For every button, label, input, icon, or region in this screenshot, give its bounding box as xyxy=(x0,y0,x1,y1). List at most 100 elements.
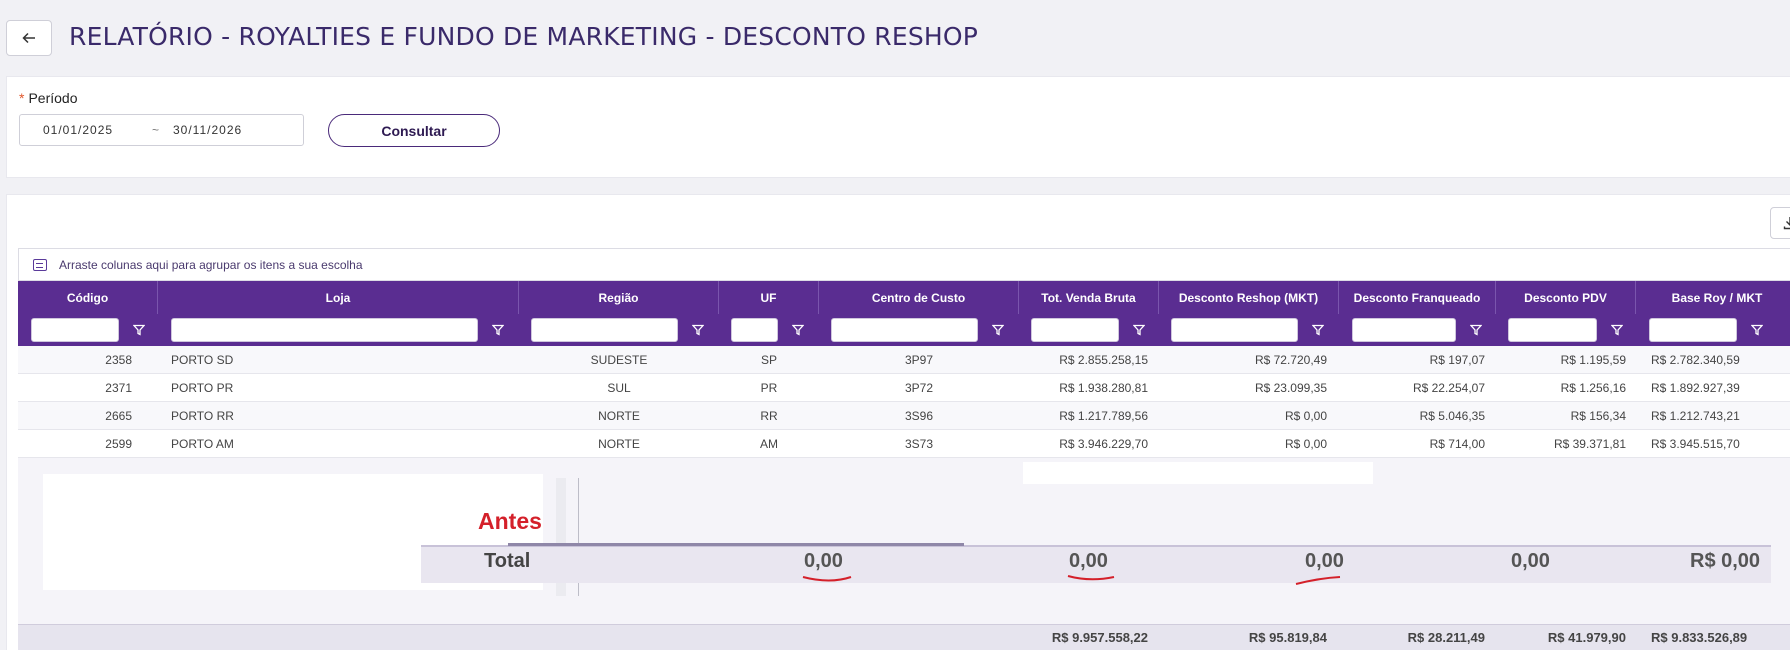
cell-desconto-franqueado: R$ 22.254,07 xyxy=(1412,380,1485,395)
cell-regiao: NORTE xyxy=(598,408,640,423)
cell-codigo: 2358 xyxy=(105,352,132,367)
cell-centro-custo: 3P97 xyxy=(904,352,934,367)
cell-desconto-franqueado: R$ 714,00 xyxy=(1429,436,1485,451)
old-total-value: R$ 0,00 xyxy=(1690,550,1761,572)
filter-icon[interactable] xyxy=(1751,324,1763,336)
total-desconto-reshop: R$ 95.819,84 xyxy=(1248,630,1327,645)
cell-base-roy: R$ 1.212.743,21 xyxy=(1651,408,1740,423)
cell-venda-bruta: R$ 2.855.258,15 xyxy=(1059,352,1148,367)
column-header-desconto-reshop[interactable]: Desconto Reshop (MKT) xyxy=(1159,281,1339,314)
filter-input-desconto-franqueado[interactable] xyxy=(1352,318,1456,342)
range-separator: ~ xyxy=(152,123,161,137)
column-header-uf[interactable]: UF xyxy=(719,281,819,314)
old-total-value: 0,00 xyxy=(1069,550,1108,572)
cell-desconto-reshop: R$ 72.720,49 xyxy=(1254,352,1327,367)
group-panel-text: Arraste colunas aqui para agrupar os ite… xyxy=(59,257,363,272)
filter-input-base-roy[interactable] xyxy=(1649,318,1737,342)
total-desconto-franqueado: R$ 28.211,49 xyxy=(1407,630,1485,645)
column-header-base-roy[interactable]: Base Roy / MKT xyxy=(1636,281,1790,314)
column-filter-row xyxy=(18,314,1790,346)
pasted-image-strip xyxy=(1023,462,1373,484)
cell-desconto-pdv: R$ 39.371,81 xyxy=(1553,436,1626,451)
period-range-picker[interactable]: 01/01/2025 ~ 30/11/2026 xyxy=(19,114,304,146)
column-header-desconto-pdv[interactable]: Desconto PDV xyxy=(1496,281,1636,314)
cell-regiao: SUDESTE xyxy=(590,352,648,367)
filter-icon[interactable] xyxy=(1470,324,1482,336)
arrow-left-icon xyxy=(22,32,35,44)
export-button[interactable] xyxy=(1770,207,1790,239)
old-total-topline xyxy=(508,543,964,546)
cell-codigo: 2371 xyxy=(105,380,132,395)
table-header: Código Loja Região UF Centro de Custo To… xyxy=(18,281,1790,314)
back-button[interactable] xyxy=(6,20,52,56)
cell-uf: PR xyxy=(760,380,778,395)
filter-input-uf[interactable] xyxy=(731,318,778,342)
cell-base-roy: R$ 2.782.340,59 xyxy=(1651,352,1740,367)
filter-input-centro-custo[interactable] xyxy=(831,318,978,342)
old-total-value: 0,00 xyxy=(1305,550,1344,572)
table-footer-totals: R$ 9.957.558,22 R$ 95.819,84 R$ 28.211,4… xyxy=(18,624,1790,650)
table-row[interactable]: 2665 PORTO RR NORTE RR 3S96 R$ 1.217.789… xyxy=(18,402,1790,430)
column-header-venda-bruta[interactable]: Tot. Venda Bruta xyxy=(1019,281,1159,314)
column-header-desconto-franqueado[interactable]: Desconto Franqueado xyxy=(1339,281,1496,314)
total-desconto-pdv: R$ 41.979,90 xyxy=(1547,630,1626,645)
total-venda-bruta: R$ 9.957.558,22 xyxy=(1051,630,1148,645)
cell-regiao: SUL xyxy=(607,380,631,395)
filter-icon[interactable] xyxy=(133,324,145,336)
download-icon xyxy=(1783,217,1790,230)
cell-codigo: 2599 xyxy=(105,436,132,451)
filter-input-venda-bruta[interactable] xyxy=(1031,318,1119,342)
table-row[interactable]: 2599 PORTO AM NORTE AM 3S73 R$ 3.946.229… xyxy=(18,430,1790,458)
cell-desconto-reshop: R$ 0,00 xyxy=(1284,408,1327,423)
cell-desconto-pdv: R$ 1.195,59 xyxy=(1560,352,1626,367)
filter-input-loja[interactable] xyxy=(171,318,478,342)
column-header-codigo[interactable]: Código xyxy=(18,281,158,314)
page-title: RELATÓRIO - ROYALTIES E FUNDO DE MARKETI… xyxy=(69,22,979,51)
filter-input-codigo[interactable] xyxy=(31,318,119,342)
filter-input-regiao[interactable] xyxy=(531,318,678,342)
old-total-label: Total xyxy=(484,550,531,572)
consult-button[interactable]: Consultar xyxy=(328,114,500,147)
filter-icon[interactable] xyxy=(1133,324,1145,336)
filter-icon[interactable] xyxy=(792,324,804,336)
filter-icon[interactable] xyxy=(492,324,504,336)
filter-input-desconto-pdv[interactable] xyxy=(1508,318,1597,342)
filter-icon[interactable] xyxy=(1312,324,1324,336)
column-header-centro-custo[interactable]: Centro de Custo xyxy=(819,281,1019,314)
cell-desconto-franqueado: R$ 5.046,35 xyxy=(1419,408,1485,423)
filter-icon[interactable] xyxy=(1611,324,1623,336)
cell-desconto-pdv: R$ 156,34 xyxy=(1570,408,1626,423)
cell-base-roy: R$ 3.945.515,70 xyxy=(1651,436,1740,451)
filter-icon[interactable] xyxy=(992,324,1004,336)
cell-desconto-franqueado: R$ 197,07 xyxy=(1429,352,1485,367)
cell-regiao: NORTE xyxy=(598,436,640,451)
old-total-value: 0,00 xyxy=(1511,550,1550,572)
start-date-input[interactable]: 01/01/2025 xyxy=(43,123,113,137)
period-label: * Período xyxy=(19,90,78,106)
cell-desconto-reshop: R$ 23.099,35 xyxy=(1254,380,1327,395)
cell-uf: RR xyxy=(760,408,778,423)
required-mark: * xyxy=(19,90,25,106)
table-row[interactable]: 2371 PORTO PR SUL PR 3P72 R$ 1.938.280,8… xyxy=(18,374,1790,402)
cell-centro-custo: 3S96 xyxy=(904,408,934,423)
filter-icon[interactable] xyxy=(692,324,704,336)
column-header-regiao[interactable]: Região xyxy=(519,281,719,314)
column-header-loja[interactable]: Loja xyxy=(158,281,519,314)
filter-input-desconto-reshop[interactable] xyxy=(1171,318,1298,342)
old-total-value: 0,00 xyxy=(804,550,843,572)
cell-loja: PORTO AM xyxy=(171,436,234,451)
cell-centro-custo: 3S73 xyxy=(904,436,934,451)
table-row[interactable]: 2358 PORTO SD SUDESTE SP 3P97 R$ 2.855.2… xyxy=(18,346,1790,374)
filter-panel: * Período 01/01/2025 ~ 30/11/2026 Consult… xyxy=(6,76,1790,178)
cell-venda-bruta: R$ 1.217.789,56 xyxy=(1059,408,1148,423)
annotation-label: Antes xyxy=(478,508,542,534)
group-panel[interactable]: Arraste colunas aqui para agrupar os ite… xyxy=(18,248,1790,281)
cell-base-roy: R$ 1.892.927,39 xyxy=(1651,380,1740,395)
cell-desconto-reshop: R$ 0,00 xyxy=(1284,436,1327,451)
page-header: RELATÓRIO - ROYALTIES E FUNDO DE MARKETI… xyxy=(0,0,1790,76)
cell-uf: SP xyxy=(760,352,777,367)
cell-loja: PORTO RR xyxy=(171,408,234,423)
end-date-input[interactable]: 30/11/2026 xyxy=(173,123,242,137)
cell-loja: PORTO SD xyxy=(171,352,234,367)
cell-desconto-pdv: R$ 1.256,16 xyxy=(1560,380,1626,395)
